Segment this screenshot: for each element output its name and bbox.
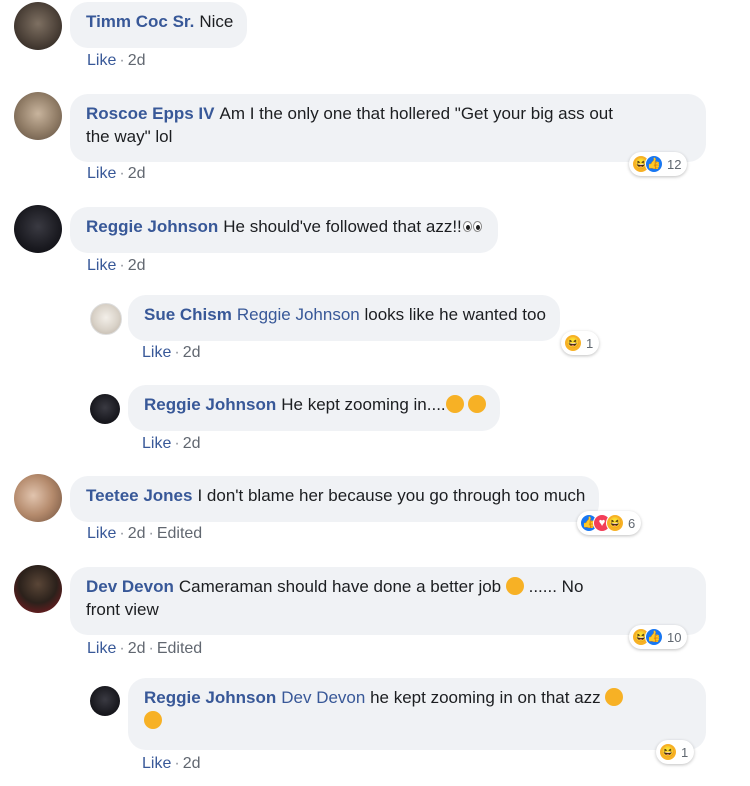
timestamp[interactable]: 2d [183,344,201,361]
eyes-emoji-icon [462,217,484,235]
avatar[interactable] [90,686,120,716]
separator: · [148,525,154,542]
reactions-summary[interactable]: 😆 👍 12 [629,152,688,176]
timestamp[interactable]: 2d [128,165,146,182]
avatar[interactable] [14,205,62,253]
timestamp[interactable]: 2d [128,525,146,542]
reaction-count: 10 [667,629,682,645]
avatar[interactable] [14,474,62,522]
like-reaction-icon: 👍 [645,628,663,646]
comment-meta: Like · 2d [142,755,200,773]
reply-bubble: Reggie Johnson Dev Devon he kept zooming … [128,678,706,750]
like-link[interactable]: Like [142,755,171,772]
haha-reaction-icon: 😆 [659,743,677,761]
like-link[interactable]: Like [87,257,116,274]
comment-text: Cameraman should have done a better job [178,577,502,596]
edited-label[interactable]: Edited [157,640,202,657]
disappointed-emoji-icon [505,577,524,595]
mention-link[interactable]: Reggie Johnson [237,305,360,324]
avatar[interactable] [90,303,122,335]
comment-bubble: Timm Coc Sr. Nice [70,2,248,48]
rofl-emoji-icon [445,395,464,413]
reply-bubble: Reggie Johnson He kept zooming in.... [128,385,501,431]
like-link[interactable]: Like [87,640,116,657]
comment-text: he kept zooming in on that azz [370,688,601,707]
timestamp[interactable]: 2d [183,435,201,452]
reactions-summary[interactable]: 😆 1 [561,331,600,355]
comment-author[interactable]: Teetee Jones [86,486,192,505]
separator: · [119,525,125,542]
comment-text: He kept zooming in.... [281,395,446,414]
separator: · [119,165,125,182]
like-link[interactable]: Like [142,344,171,361]
separator: · [119,640,125,657]
reactions-summary[interactable]: 😆 1 [656,740,695,764]
like-link[interactable]: Like [87,165,116,182]
comment-author[interactable]: Reggie Johnson [144,688,276,707]
timestamp[interactable]: 2d [128,257,146,274]
haha-reaction-icon: 😆 [564,334,582,352]
comment-author[interactable]: Reggie Johnson [144,395,276,414]
rofl-emoji-icon [144,711,162,729]
like-link[interactable]: Like [87,52,116,69]
separator: · [119,257,125,274]
laughing-emoji-icon [605,688,624,706]
comment-bubble: Teetee Jones I don't blame her because yo… [70,476,600,522]
avatar[interactable] [90,394,120,424]
comment-meta: Like · 2d · Edited [87,640,202,658]
reactions-summary[interactable]: 😆 👍 10 [629,625,688,649]
comment-author[interactable]: Sue Chism [144,305,232,324]
comment-text: Am I the only one that hollered "Get you… [219,104,613,123]
timestamp[interactable]: 2d [128,640,146,657]
comment-bubble: Dev Devon Cameraman should have done a be… [70,567,706,635]
reaction-count: 1 [681,744,689,760]
separator: · [119,52,125,69]
avatar[interactable] [14,2,62,50]
comment-text: He should've followed that azz!! [223,217,462,236]
comment-meta: Like · 2d [87,257,145,275]
separator: · [174,435,180,452]
edited-label[interactable]: Edited [157,525,202,542]
separator: · [174,755,180,772]
reactions-summary[interactable]: 👍 ♥ 😆 6 [577,511,642,535]
reaction-count: 1 [586,335,594,351]
like-link[interactable]: Like [142,435,171,452]
timestamp[interactable]: 2d [183,755,201,772]
mention-link[interactable]: Dev Devon [281,688,365,707]
comment-bubble: Reggie Johnson He should've followed that… [70,207,498,253]
haha-reaction-icon: 😆 [606,514,624,532]
reaction-count: 6 [628,515,636,531]
comment-author[interactable]: Timm Coc Sr. [86,12,194,31]
like-link[interactable]: Like [87,525,116,542]
comment-text: I don't blame her because you go through… [197,486,586,505]
comment-meta: Like · 2d · Edited [87,525,202,543]
comment-author[interactable]: Roscoe Epps IV [86,104,214,123]
separator: · [148,640,154,657]
comment-bubble: Roscoe Epps IV Am I the only one that hol… [70,94,706,162]
comment-meta: Like · 2d [142,344,200,362]
separator: · [174,344,180,361]
reply-bubble: Sue Chism Reggie Johnson looks like he wa… [128,295,560,341]
comment-text-line2: the way" lol [86,127,173,146]
laughing-emoji-icon [468,395,487,413]
comment-author[interactable]: Reggie Johnson [86,217,218,236]
timestamp[interactable]: 2d [128,52,146,69]
comment-meta: Like · 2d [87,52,145,70]
comment-meta: Like · 2d [142,435,200,453]
avatar[interactable] [14,565,62,613]
reaction-count: 12 [667,156,682,172]
avatar[interactable] [14,92,62,140]
comment-text: looks like he wanted too [364,305,546,324]
comment-text: Nice [199,12,234,31]
comment-meta: Like · 2d [87,165,145,183]
comment-author[interactable]: Dev Devon [86,577,174,596]
like-reaction-icon: 👍 [645,155,663,173]
comment-text-line2: front view [86,600,159,619]
comment-text-after: ...... No [528,577,584,596]
